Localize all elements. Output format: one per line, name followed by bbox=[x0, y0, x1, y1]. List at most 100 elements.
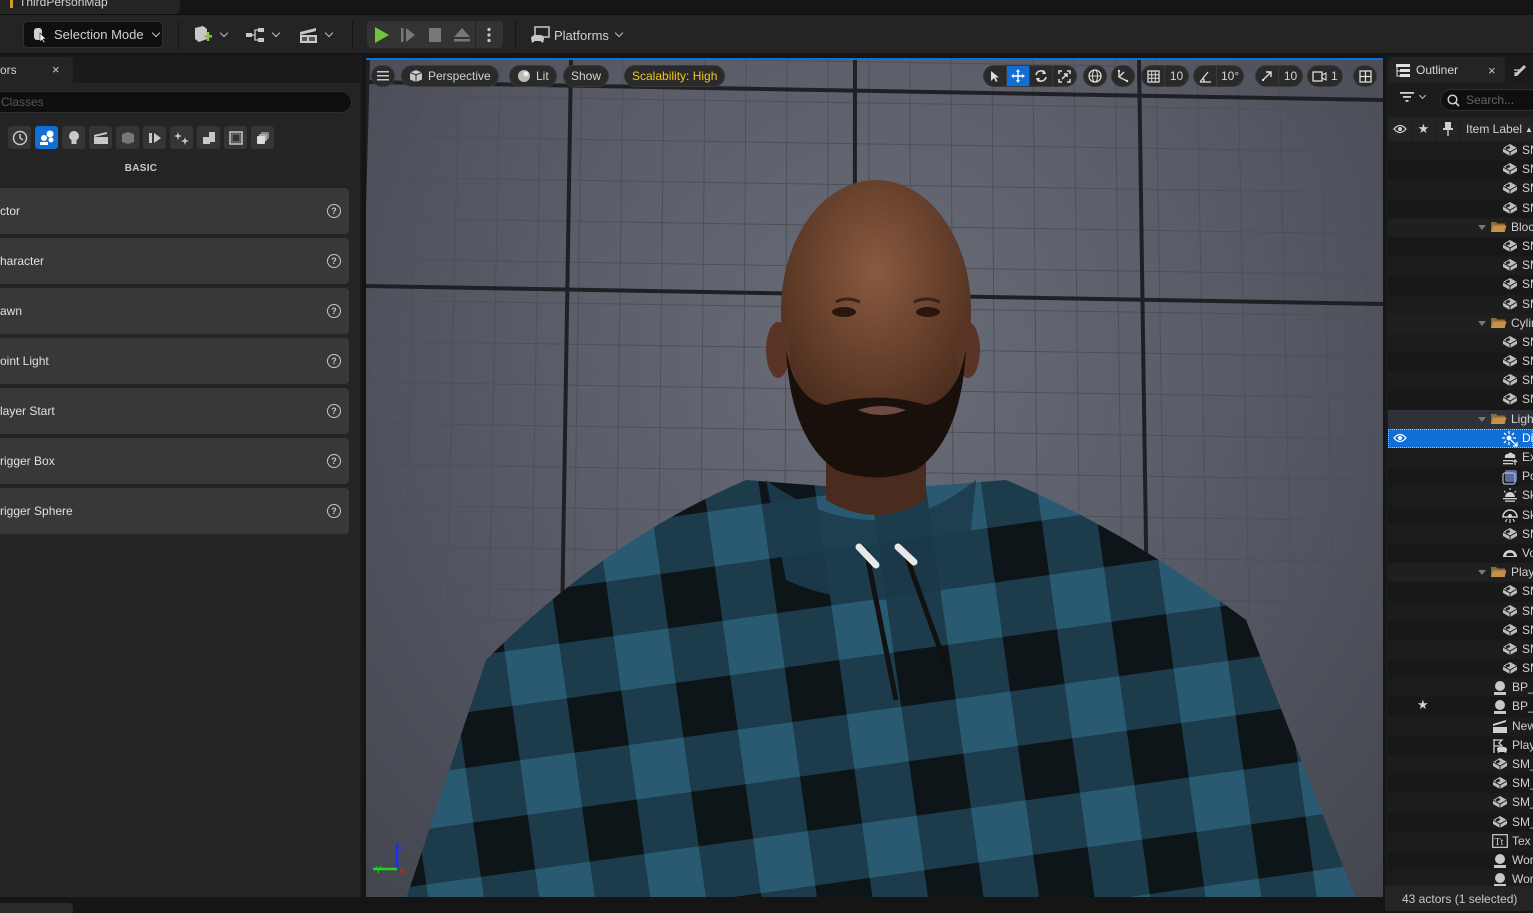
pin-column[interactable] bbox=[1436, 117, 1460, 141]
outliner-row[interactable]: SM bbox=[1388, 602, 1533, 621]
outliner-folder-row[interactable]: Blockout bbox=[1388, 218, 1533, 237]
outliner-row[interactable]: SM bbox=[1388, 352, 1533, 371]
bottom-drawer-tab[interactable] bbox=[0, 903, 73, 913]
category-basic[interactable] bbox=[35, 126, 58, 149]
select-tool-button[interactable] bbox=[984, 65, 1007, 87]
category-all-classes[interactable] bbox=[251, 126, 274, 149]
place-item[interactable]: rigger Box? bbox=[0, 438, 349, 484]
outliner-row[interactable]: Play bbox=[1388, 736, 1533, 755]
play-button[interactable] bbox=[367, 21, 394, 48]
outliner-row[interactable]: SM bbox=[1388, 256, 1533, 275]
outliner-row[interactable]: SM bbox=[1388, 179, 1533, 198]
category-geometry[interactable] bbox=[143, 126, 166, 149]
outliner-row[interactable]: SM bbox=[1388, 525, 1533, 544]
help-icon[interactable]: ? bbox=[327, 304, 341, 318]
place-item[interactable]: rigger Sphere? bbox=[0, 488, 349, 534]
coordinate-space-button[interactable] bbox=[1083, 65, 1107, 87]
help-icon[interactable]: ? bbox=[327, 504, 341, 518]
camera-speed-button[interactable]: 1 bbox=[1308, 65, 1342, 87]
outliner-row[interactable]: New bbox=[1388, 717, 1533, 736]
outliner-row[interactable]: SM bbox=[1388, 659, 1533, 678]
place-item[interactable]: oint Light? bbox=[0, 338, 349, 384]
category-effects[interactable] bbox=[170, 126, 193, 149]
eject-button[interactable] bbox=[448, 21, 475, 48]
expand-triangle-icon[interactable] bbox=[1478, 570, 1486, 575]
outliner-row[interactable]: SM bbox=[1388, 640, 1533, 659]
outliner-row[interactable]: SM_ bbox=[1388, 813, 1533, 832]
eye-icon[interactable] bbox=[1393, 432, 1407, 446]
scale-snap-value[interactable]: 10 bbox=[1279, 65, 1302, 87]
surface-snapping-button[interactable] bbox=[1111, 65, 1135, 87]
outliner-row[interactable]: SM_ bbox=[1388, 755, 1533, 774]
outliner-row[interactable]: SM bbox=[1388, 621, 1533, 640]
place-item[interactable]: ctor? bbox=[0, 188, 349, 234]
rotation-snap-toggle[interactable] bbox=[1194, 65, 1217, 87]
pencil-icon[interactable] bbox=[1513, 61, 1529, 77]
selection-mode-dropdown[interactable]: Selection Mode bbox=[23, 21, 163, 48]
outliner-row[interactable]: SM bbox=[1388, 390, 1533, 409]
help-icon[interactable]: ? bbox=[327, 254, 341, 268]
translate-tool-button[interactable] bbox=[1007, 65, 1030, 87]
outliner-row[interactable]: SkyAtmosphere bbox=[1388, 486, 1533, 505]
favorite-column[interactable]: ★ bbox=[1412, 117, 1436, 141]
star-icon[interactable]: ★ bbox=[1417, 697, 1429, 713]
view-mode-button[interactable]: Lit bbox=[509, 65, 557, 87]
place-item[interactable]: awn? bbox=[0, 288, 349, 334]
outliner-row[interactable]: Wor bbox=[1388, 851, 1533, 870]
viewport-menu-button[interactable] bbox=[371, 65, 395, 87]
outliner-folder-row[interactable]: PlayerStart bbox=[1388, 563, 1533, 582]
outliner-row[interactable]: SM bbox=[1388, 237, 1533, 256]
expand-triangle-icon[interactable] bbox=[1478, 321, 1486, 326]
close-icon[interactable]: × bbox=[1488, 63, 1496, 78]
outliner-row[interactable]: SM bbox=[1388, 199, 1533, 218]
visibility-column[interactable] bbox=[1388, 117, 1412, 141]
blueprint-button[interactable] bbox=[245, 24, 279, 46]
outliner-row[interactable]: VolumetricCloud bbox=[1388, 544, 1533, 563]
place-item[interactable]: haracter? bbox=[0, 238, 349, 284]
scalability-button[interactable]: Scalability: High bbox=[624, 65, 725, 87]
outliner-tab[interactable]: Outliner × bbox=[1388, 57, 1505, 83]
outliner-row[interactable]: PostProcessVolume bbox=[1388, 467, 1533, 486]
advance-frame-button[interactable] bbox=[394, 21, 421, 48]
help-icon[interactable]: ? bbox=[327, 204, 341, 218]
help-icon[interactable]: ? bbox=[327, 454, 341, 468]
category-shapes[interactable] bbox=[197, 126, 220, 149]
outliner-row[interactable]: SM_ bbox=[1388, 774, 1533, 793]
scale-snap-toggle[interactable] bbox=[1256, 65, 1279, 87]
help-icon[interactable]: ? bbox=[327, 404, 341, 418]
item-label-column[interactable]: Item Label▲ bbox=[1460, 117, 1533, 141]
level-viewport[interactable]: Perspective Lit Show Scalability: High 1… bbox=[366, 58, 1383, 897]
classes-search-input[interactable]: Classes bbox=[0, 91, 352, 113]
outliner-row[interactable]: TtTex bbox=[1388, 832, 1533, 851]
expand-triangle-icon[interactable] bbox=[1478, 225, 1486, 230]
outliner-folder-row[interactable]: Cylinders bbox=[1388, 314, 1533, 333]
outliner-row[interactable]: SM bbox=[1388, 371, 1533, 390]
category-volumes[interactable] bbox=[224, 126, 247, 149]
outliner-row[interactable]: BP_ bbox=[1388, 678, 1533, 697]
outliner-row[interactable]: SM bbox=[1388, 582, 1533, 601]
category-recently-placed[interactable] bbox=[8, 126, 31, 149]
outliner-row[interactable]: SM bbox=[1388, 160, 1533, 179]
camera-speed-control[interactable]: 1 bbox=[1307, 65, 1343, 87]
outliner-row[interactable]: SM bbox=[1388, 141, 1533, 160]
cinematics-button[interactable] bbox=[298, 24, 332, 46]
close-icon[interactable]: × bbox=[52, 57, 60, 83]
place-item[interactable]: layer Start? bbox=[0, 388, 349, 434]
level-tab[interactable]: ThirdPersonMap bbox=[0, 0, 180, 14]
filter-dropdown[interactable] bbox=[1400, 91, 1425, 103]
place-actors-tab[interactable]: ors × bbox=[0, 57, 73, 83]
outliner-row[interactable]: ExponentialHeightFog bbox=[1388, 448, 1533, 467]
outliner-row[interactable]: SM bbox=[1388, 275, 1533, 294]
category-lights[interactable] bbox=[62, 126, 85, 149]
viewport-layout-button[interactable] bbox=[1353, 65, 1377, 87]
expand-triangle-icon[interactable] bbox=[1478, 417, 1486, 422]
category-visual-effects[interactable] bbox=[116, 126, 139, 149]
outliner-row[interactable]: ★BP_ bbox=[1388, 697, 1533, 716]
show-button[interactable]: Show bbox=[563, 65, 609, 87]
grid-snap-value[interactable]: 10 bbox=[1165, 65, 1188, 87]
stop-button[interactable] bbox=[421, 21, 448, 48]
outliner-row[interactable]: DirectionalLight bbox=[1388, 429, 1533, 448]
platforms-dropdown[interactable]: Platforms bbox=[530, 24, 622, 46]
outliner-row[interactable]: SM_ bbox=[1388, 793, 1533, 812]
outliner-row[interactable]: SM bbox=[1388, 333, 1533, 352]
